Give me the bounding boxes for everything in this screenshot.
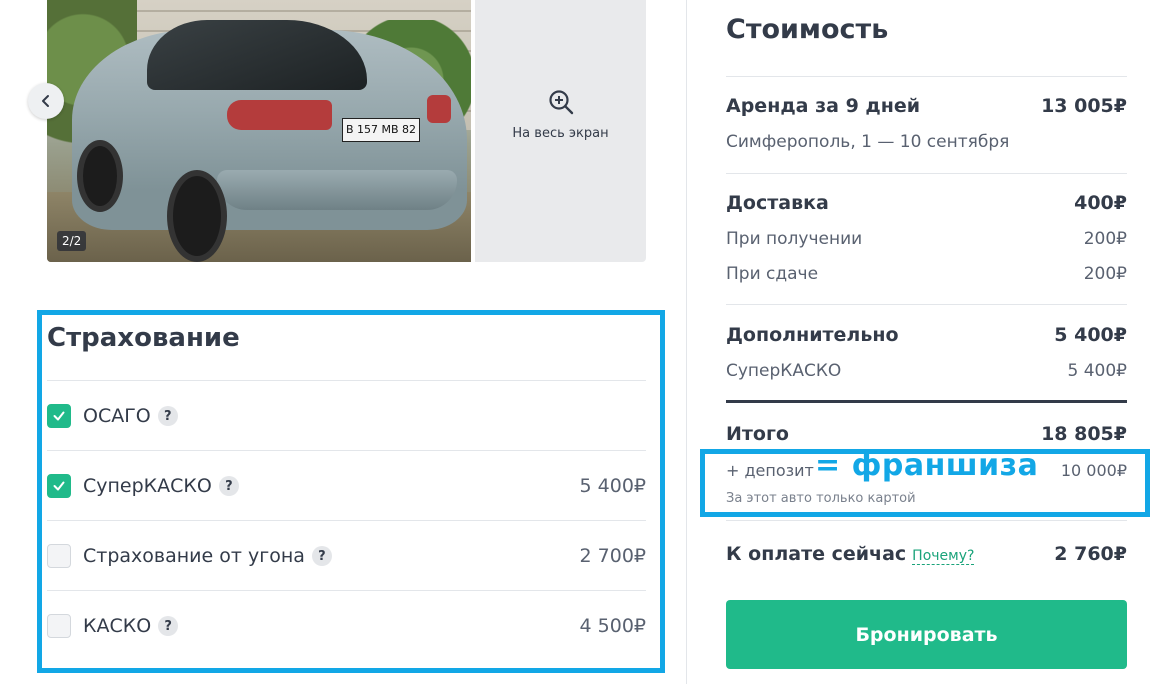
superkasko-checkbox[interactable]: [47, 474, 71, 498]
column-divider: [686, 0, 687, 684]
help-icon[interactable]: ?: [157, 406, 178, 426]
theft-insurance-checkbox[interactable]: [47, 544, 71, 568]
extra-label: Дополнительно: [726, 324, 899, 346]
rent-row: Аренда за 9 дней 13 005₽: [726, 95, 1127, 117]
total-row: Итого 18 805₽: [726, 423, 1127, 445]
deposit-value: 10 000₽: [1060, 461, 1127, 480]
rent-label: Аренда за 9 дней: [726, 95, 921, 117]
extra-item-value: 5 400₽: [1067, 361, 1127, 381]
divider: [726, 76, 1127, 77]
car-photo[interactable]: В 157 МВ 82 2/2: [47, 0, 471, 262]
deposit-note: За этот авто только картой: [726, 491, 916, 506]
fullscreen-label: На весь экран: [512, 125, 609, 141]
why-link[interactable]: Почему?: [912, 548, 975, 565]
help-icon[interactable]: ?: [311, 546, 332, 566]
total-value: 18 805₽: [1041, 423, 1127, 445]
return-value: 200₽: [1083, 264, 1127, 284]
prev-photo-button[interactable]: [28, 83, 64, 119]
pickup-value: 200₽: [1083, 229, 1127, 249]
insurance-title: Страхование: [47, 323, 240, 353]
kasko-checkbox[interactable]: [47, 614, 71, 638]
insurance-price: 4 500₽: [579, 615, 646, 637]
pickup-label: При получении: [726, 229, 863, 249]
pay-now-row: К оплате сейчас Почему? 2 760₽: [726, 543, 1127, 565]
insurance-name: КАСКО: [83, 615, 152, 637]
pay-now-label: К оплате сейчас: [726, 543, 907, 565]
photo-counter: 2/2: [57, 231, 87, 251]
divider: [726, 520, 1127, 521]
insurance-name: Страхование от угона: [83, 545, 305, 567]
book-button[interactable]: Бронировать: [726, 600, 1127, 669]
pay-now-value: 2 760₽: [1054, 543, 1127, 565]
total-label: Итого: [726, 423, 789, 445]
divider: [726, 304, 1127, 305]
insurance-option-superkasko[interactable]: СуперКАСКО ? 5 400₽: [47, 450, 646, 521]
insurance-name: ОСАГО: [83, 405, 151, 427]
fullscreen-button[interactable]: На весь экран: [475, 0, 646, 262]
delivery-label: Доставка: [726, 192, 829, 214]
insurance-option-theft[interactable]: Страхование от угона ? 2 700₽: [47, 520, 646, 591]
rent-value: 13 005₽: [1041, 95, 1127, 117]
rent-details: Симферополь, 1 — 10 сентября: [726, 132, 1010, 152]
photo-gallery: В 157 МВ 82 2/2 На весь экран: [47, 0, 646, 262]
zoom-in-icon: [548, 89, 573, 114]
osago-checkbox[interactable]: [47, 404, 71, 428]
extra-row: Дополнительно 5 400₽: [726, 324, 1127, 346]
delivery-value: 400₽: [1074, 192, 1127, 214]
delivery-row: Доставка 400₽: [726, 192, 1127, 214]
insurance-name: СуперКАСКО: [83, 475, 212, 497]
insurance-price: 5 400₽: [579, 475, 646, 497]
insurance-option-kasko[interactable]: КАСКО ? 4 500₽: [47, 590, 646, 661]
help-icon[interactable]: ?: [218, 476, 239, 496]
deposit-label: + депозит: [726, 461, 814, 480]
pickup-row: При получении 200₽: [726, 229, 1127, 249]
license-plate: В 157 МВ 82: [342, 118, 420, 142]
check-icon: [53, 481, 65, 491]
cost-title: Стоимость: [726, 14, 889, 45]
chevron-left-icon: [42, 95, 49, 107]
insurance-price: 2 700₽: [579, 545, 646, 567]
extra-item-row: СуперКАСКО 5 400₽: [726, 361, 1127, 381]
extra-item-label: СуперКАСКО: [726, 361, 842, 381]
help-icon[interactable]: ?: [158, 616, 179, 636]
total-divider: [726, 400, 1127, 403]
extra-value: 5 400₽: [1054, 324, 1127, 346]
insurance-option-osago[interactable]: ОСАГО ?: [47, 380, 646, 451]
return-label: При сдаче: [726, 264, 819, 284]
divider: [726, 173, 1127, 174]
return-row: При сдаче 200₽: [726, 264, 1127, 284]
check-icon: [53, 411, 65, 421]
pay-now-label-group: К оплате сейчас Почему?: [726, 543, 975, 565]
franchise-annotation: = франшиза: [815, 448, 1039, 483]
